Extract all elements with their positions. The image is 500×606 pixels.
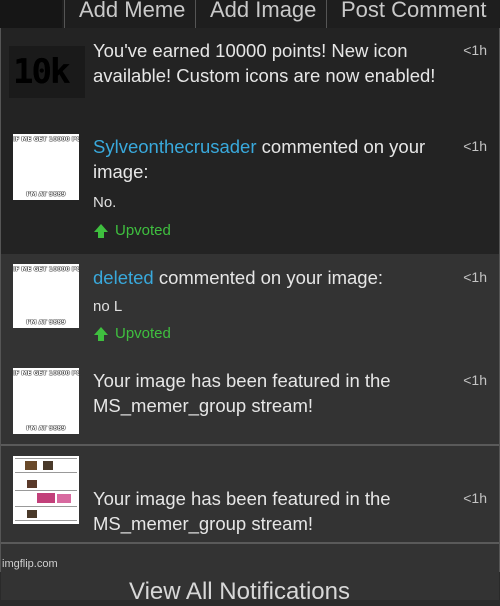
username-link[interactable]: deleted: [93, 267, 154, 288]
notification-message: You've earned 10000 points! New icon ava…: [93, 40, 436, 86]
upvote-status: Upvoted: [93, 325, 171, 342]
upvote-label: Upvoted: [115, 325, 171, 342]
upvote-arrow-icon: [94, 326, 108, 341]
notification-item[interactable]: IF ME GET 10000 POINTS I'M AT 9889 Your …: [1, 356, 499, 446]
comment-text: No.: [93, 194, 117, 211]
points-icon: 10k: [13, 52, 70, 92]
comment-text: no L: [93, 298, 123, 315]
notification-time: <1h: [463, 490, 487, 506]
upvote-arrow-icon: [94, 223, 108, 238]
upvote-status: Upvoted: [93, 222, 171, 239]
post-comment-tab[interactable]: Post Comment: [326, 0, 487, 28]
notification-time: <1h: [463, 42, 487, 58]
username-link[interactable]: Sylveonthecrusader: [93, 136, 257, 157]
notification-message: deleted commented on your image:: [93, 265, 443, 290]
notification-message: Sylveonthecrusader commented on your ima…: [93, 134, 443, 184]
notification-time: <1h: [463, 269, 487, 285]
notification-message-text: commented on your image:: [153, 267, 384, 288]
image-thumbnail[interactable]: IF ME GET 10000 POINTS I'M AT 9889: [13, 368, 79, 434]
notification-item[interactable]: IF ME GET 10000 POINTS I'M AT 9889 Sylve…: [1, 122, 499, 256]
view-all-notifications-link[interactable]: View All Notifications: [129, 578, 350, 606]
toolbar-left-block: [0, 0, 62, 28]
thumbnail-bottom-text: I'M AT 9889: [26, 191, 66, 198]
notification-item[interactable]: IF ME GET 10000 POINTS I'M AT 9889 delet…: [1, 254, 499, 358]
notification-time: <1h: [463, 138, 487, 154]
notifications-footer: View All Notifications: [1, 548, 499, 605]
image-thumbnail[interactable]: [13, 456, 79, 524]
upvote-label: Upvoted: [115, 222, 171, 239]
thumbnail-top-text: IF ME GET 10000 POINTS: [13, 370, 79, 377]
image-thumbnail[interactable]: IF ME GET 10000 POINTS I'M AT 9889: [13, 264, 79, 328]
notification-message: Your image has been featured in the MS_m…: [93, 370, 391, 416]
image-thumbnail[interactable]: IF ME GET 10000 POINTS I'M AT 9889: [13, 134, 79, 200]
notification-time: <1h: [463, 372, 487, 388]
thumbnail-top-text: IF ME GET 10000 POINTS: [13, 136, 79, 143]
notification-message: Your image has been featured in the MS_m…: [93, 488, 391, 534]
notification-item[interactable]: Your image has been featured in the MS_m…: [1, 446, 499, 544]
add-image-tab[interactable]: Add Image: [195, 0, 316, 28]
notifications-panel: 10k You've earned 10000 points! New icon…: [0, 28, 500, 605]
thumbnail-bottom-text: I'M AT 9889: [26, 319, 66, 326]
add-meme-tab[interactable]: Add Meme: [64, 0, 185, 28]
thumbnail-top-text: IF ME GET 10000 POINTS: [13, 266, 79, 273]
imgflip-watermark: imgflip.com: [2, 558, 58, 570]
top-toolbar: Add Meme Add Image Post Comment: [0, 0, 500, 28]
thumbnail-bottom-text: I'M AT 9889: [26, 425, 66, 432]
